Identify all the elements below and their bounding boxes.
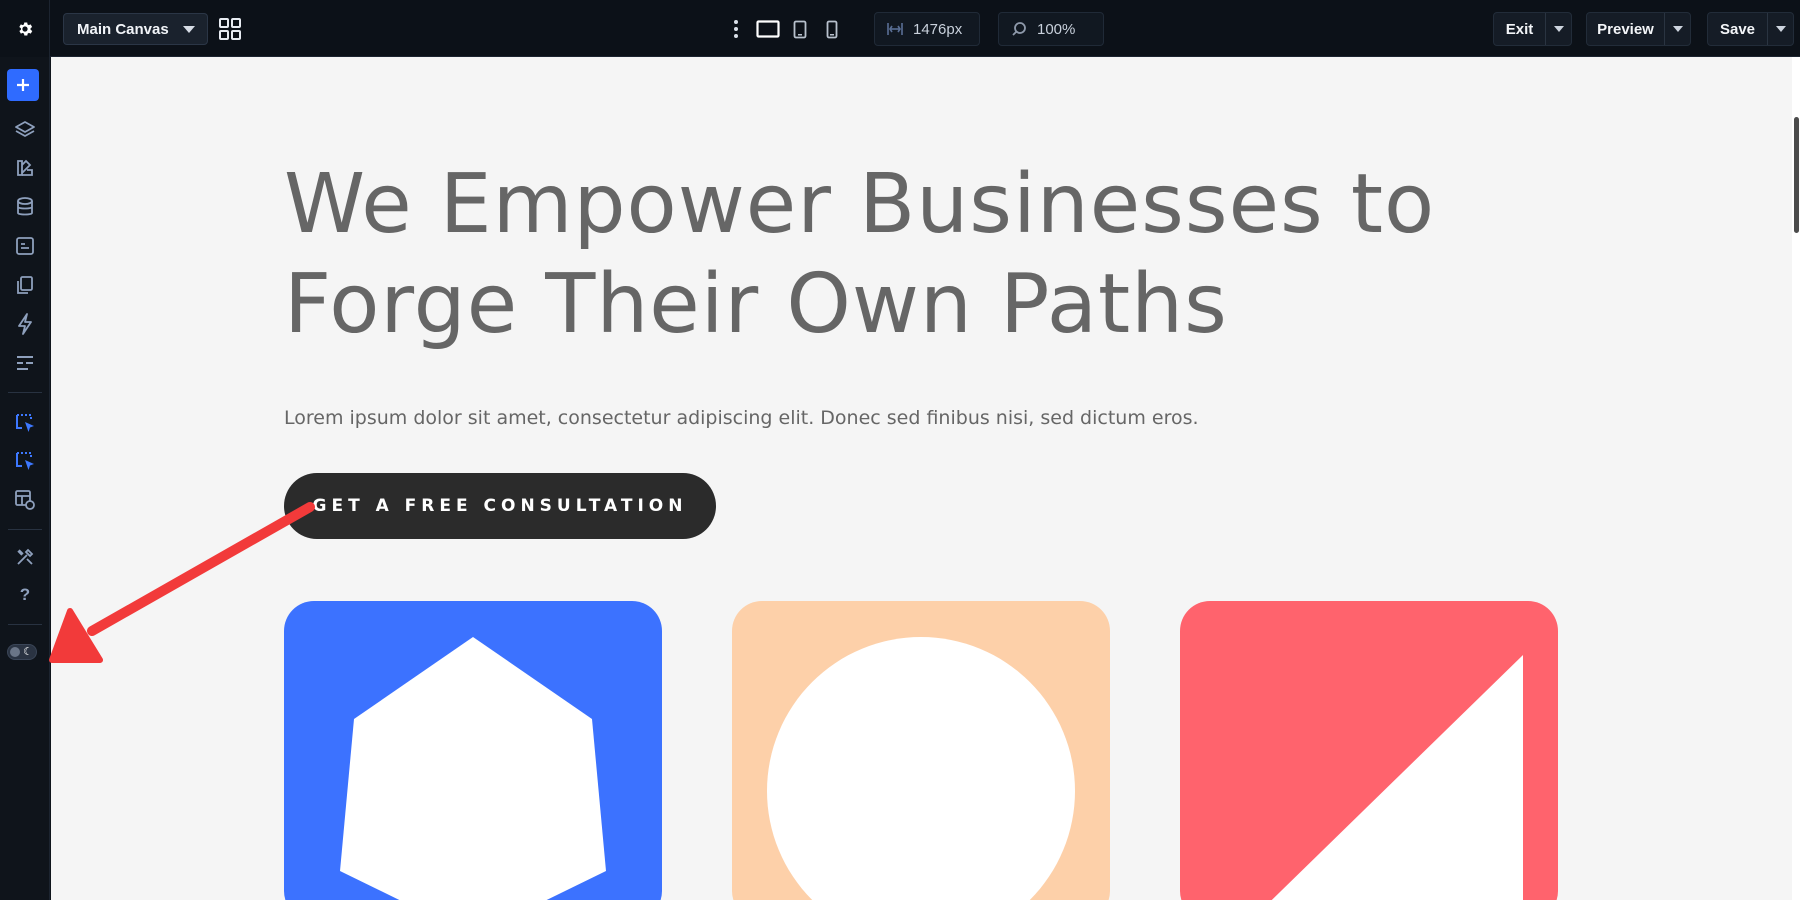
more-options-button[interactable] xyxy=(720,12,752,46)
tablet-icon xyxy=(793,20,807,38)
dark-mode-toggle[interactable]: ☾ xyxy=(7,644,37,660)
layers-icon xyxy=(15,121,35,137)
desktop-view-button[interactable] xyxy=(752,12,784,46)
canvas-select-dropdown[interactable]: Main Canvas xyxy=(63,13,208,45)
viewport-tools: 1476px 100% xyxy=(720,12,1104,46)
layers-button[interactable] xyxy=(9,114,41,146)
hero-subtext[interactable]: Lorem ipsum dolor sit amet, consectetur … xyxy=(284,407,1199,429)
zoom-value: 100% xyxy=(1037,20,1076,38)
form-icon xyxy=(16,237,34,255)
sidebar-divider xyxy=(8,392,42,393)
hero-headline[interactable]: We Empower Businesses to Forge Their Own… xyxy=(284,155,1584,355)
pages-button[interactable] xyxy=(9,269,41,301)
chevron-down-icon xyxy=(1553,26,1564,32)
tablet-view-button[interactable] xyxy=(784,12,816,46)
select-element-button[interactable] xyxy=(9,407,41,439)
database-icon xyxy=(17,197,33,216)
circle-shape xyxy=(767,637,1075,900)
tools-button[interactable] xyxy=(9,541,41,573)
save-button[interactable]: Save xyxy=(1708,13,1767,45)
phone-view-button[interactable] xyxy=(816,12,848,46)
preview-button[interactable]: Preview xyxy=(1587,13,1664,45)
sidebar-divider xyxy=(8,529,42,530)
canvas-width-field[interactable]: 1476px xyxy=(874,12,980,46)
cursor-select-active-icon xyxy=(16,452,34,470)
circle-card[interactable] xyxy=(732,601,1110,900)
exit-dropdown-button[interactable] xyxy=(1545,13,1571,45)
triangle-shape xyxy=(1271,655,1523,900)
template-settings-icon xyxy=(15,490,35,510)
help-button[interactable]: ? xyxy=(9,579,41,611)
toggle-knob xyxy=(10,647,20,657)
pages-icon xyxy=(17,276,33,294)
zoom-field[interactable]: 100% xyxy=(998,12,1104,46)
moon-icon: ☾ xyxy=(23,646,33,658)
settings-gear-button[interactable] xyxy=(0,0,50,57)
layout-grid-button[interactable] xyxy=(218,17,242,41)
select-element-active-button[interactable] xyxy=(9,445,41,477)
lines-icon xyxy=(17,356,33,370)
exit-button-group: Exit xyxy=(1493,12,1572,46)
gear-icon xyxy=(18,21,32,36)
headline-line-1: We Empower Businesses to xyxy=(284,157,1436,252)
chevron-down-icon xyxy=(1672,26,1683,32)
desktop-icon xyxy=(756,20,780,38)
theme-icon xyxy=(17,159,33,176)
triangle-card[interactable] xyxy=(1180,601,1558,900)
theme-builder-button[interactable] xyxy=(9,152,41,184)
canvas-scrollbar[interactable] xyxy=(1792,57,1800,900)
cursor-select-icon xyxy=(16,414,34,432)
scrollbar-thumb[interactable] xyxy=(1794,117,1799,233)
lightning-icon xyxy=(18,313,32,335)
form-button[interactable] xyxy=(9,230,41,262)
chevron-down-icon xyxy=(1775,26,1786,32)
lines-button[interactable] xyxy=(9,347,41,379)
grid-icon xyxy=(219,18,241,40)
save-dropdown-button[interactable] xyxy=(1767,13,1793,45)
vertical-dots-icon xyxy=(734,20,738,38)
preview-dropdown-button[interactable] xyxy=(1664,13,1690,45)
preview-button-group: Preview xyxy=(1586,12,1691,46)
top-toolbar: Main Canvas 1476px 100% Exit Preview Sav… xyxy=(0,0,1800,57)
tools-icon xyxy=(17,548,34,565)
sidebar-divider xyxy=(8,624,42,625)
hexagon-card[interactable] xyxy=(284,601,662,900)
plus-icon xyxy=(17,79,29,91)
save-button-group: Save xyxy=(1707,12,1794,46)
interactions-button[interactable] xyxy=(9,308,41,340)
template-settings-button[interactable] xyxy=(9,484,41,516)
help-icon: ? xyxy=(19,585,31,604)
canvas-select-label: Main Canvas xyxy=(77,20,169,38)
width-arrows-icon xyxy=(887,23,903,35)
canvas-width-value: 1476px xyxy=(913,20,963,38)
chevron-down-icon xyxy=(183,26,195,33)
left-sidebar: ? ☾ xyxy=(0,57,50,900)
exit-button[interactable]: Exit xyxy=(1494,13,1545,45)
add-element-button[interactable] xyxy=(7,69,39,101)
database-button[interactable] xyxy=(9,191,41,223)
page-canvas: We Empower Businesses to Forge Their Own… xyxy=(51,57,1792,900)
headline-line-2: Forge Their Own Paths xyxy=(284,257,1228,352)
zoom-search-icon xyxy=(1012,22,1026,36)
phone-icon xyxy=(826,20,838,38)
hexagon-shape xyxy=(340,637,606,900)
consultation-button[interactable]: GET A FREE CONSULTATION xyxy=(284,473,716,539)
